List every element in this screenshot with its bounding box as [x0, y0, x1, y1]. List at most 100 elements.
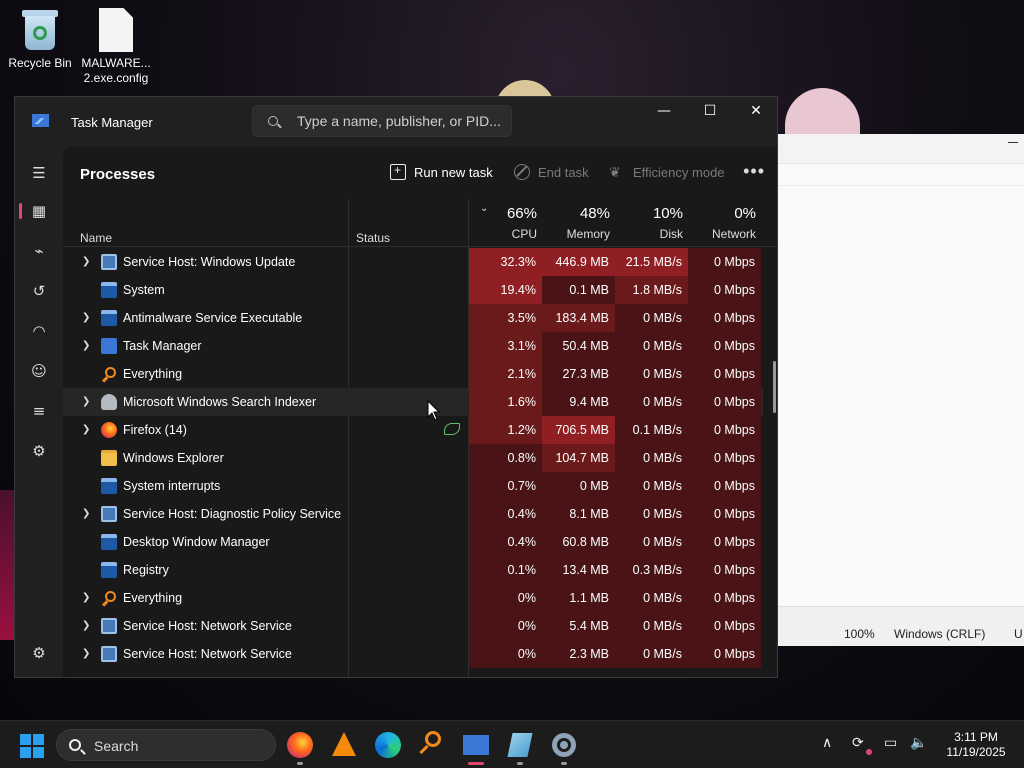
- expand-chevron-icon[interactable]: ❯: [82, 340, 90, 351]
- close-button[interactable]: ✕: [733, 97, 777, 127]
- process-row[interactable]: Windows Explorer 0.8% 104.7 MB 0 MB/s 0 Mbps: [63, 444, 763, 472]
- nav-menu-button[interactable]: ☰: [21, 157, 57, 189]
- navigation-sidebar: ☰ ▦ ⌁ ↺ ◠ ☺ ≡ ⚙ ⚙: [15, 147, 63, 677]
- leaf-icon: ❦: [609, 164, 621, 180]
- column-header-network[interactable]: 0% Network: [686, 205, 756, 241]
- search-box[interactable]: [252, 105, 512, 137]
- nav-users[interactable]: ☺: [21, 355, 57, 387]
- service-icon: [101, 618, 117, 634]
- process-name: Firefox (14): [123, 423, 187, 437]
- taskbar-clock[interactable]: 3:11 PM 11/19/2025: [940, 730, 1012, 760]
- show-hidden-icons-chevron-icon[interactable]: ∧: [822, 735, 832, 751]
- process-row[interactable]: ❯ Firefox (14) 1.2% 706.5 MB 0.1 MB/s 0 Mbps: [63, 416, 763, 444]
- column-header-disk[interactable]: 10% Disk: [613, 205, 683, 241]
- nav-performance[interactable]: ⌁: [21, 235, 57, 267]
- search-input[interactable]: [297, 113, 507, 129]
- process-row[interactable]: ❯ Service Host: Diagnostic Policy Service…: [63, 500, 763, 528]
- process-row[interactable]: ❯ Microsoft Windows Search Indexer 1.6% 9.4…: [63, 388, 763, 416]
- nav-processes[interactable]: ▦: [19, 195, 57, 227]
- network-cell: 0 Mbps: [688, 556, 761, 584]
- expand-chevron-icon[interactable]: ❯: [82, 508, 90, 519]
- process-row[interactable]: Desktop Window Manager 0.4% 60.8 MB 0 MB/s 0…: [63, 528, 763, 556]
- notepad-window[interactable]: 100% Windows (CRLF) U: [778, 134, 1024, 646]
- expand-chevron-icon[interactable]: ❯: [82, 620, 90, 631]
- processes-icon: ▦: [31, 202, 47, 220]
- desktop-icon-recycle-bin[interactable]: Recycle Bin: [0, 8, 80, 71]
- sync-icon[interactable]: ⟳: [852, 735, 864, 751]
- taskbar-app-vlc[interactable]: [328, 729, 360, 761]
- expand-chevron-icon[interactable]: ❯: [82, 592, 90, 603]
- notepad-titlebar[interactable]: [778, 134, 1024, 164]
- column-header-cpu[interactable]: 66% CPU: [467, 205, 537, 241]
- cpu-cell: 0.7%: [469, 472, 542, 500]
- nav-app-history[interactable]: ↺: [21, 275, 57, 307]
- file-icon: [99, 8, 133, 52]
- efficiency-mode-button[interactable]: ❦ Efficiency mode: [609, 164, 725, 180]
- process-row[interactable]: ❯ Everything 0% 1.1 MB 0 MB/s 0 Mbps: [63, 584, 763, 612]
- line-ending[interactable]: Windows (CRLF): [894, 627, 985, 641]
- page-title: Processes: [80, 166, 156, 183]
- desktop-icon-label: Recycle Bin: [8, 56, 72, 70]
- notepad-icon: [507, 733, 533, 757]
- taskbar-app-settings[interactable]: [548, 729, 580, 765]
- taskbar-search-label: Search: [94, 738, 139, 754]
- taskbar-search[interactable]: Search: [56, 729, 276, 761]
- run-new-task-button[interactable]: Run new task: [390, 163, 493, 180]
- expand-chevron-icon[interactable]: ❯: [82, 424, 90, 435]
- taskbar-app-edge[interactable]: [372, 729, 404, 761]
- process-row[interactable]: System interrupts 0.7% 0 MB 0 MB/s 0 Mbps: [63, 472, 763, 500]
- zoom-level[interactable]: 100%: [844, 627, 875, 641]
- column-header-status[interactable]: Status: [356, 231, 390, 245]
- maximize-button[interactable]: ☐: [687, 97, 733, 127]
- taskbar: Search ∧ ⟳ ▭ 🔈 3:11 PM 11/19/2025: [0, 720, 1024, 768]
- minimize-icon[interactable]: [1008, 142, 1018, 143]
- process-row[interactable]: Registry 0.1% 13.4 MB 0.3 MB/s 0 Mbps: [63, 556, 763, 584]
- speaker-icon[interactable]: 🔈: [910, 735, 927, 751]
- network-cell: 0 Mbps: [688, 640, 761, 668]
- display-icon[interactable]: ▭: [884, 735, 897, 751]
- desktop-icon-malware-config[interactable]: MALWARE... 2.exe.config: [76, 8, 156, 86]
- process-row[interactable]: ❯ Task Manager 3.1% 50.4 MB 0 MB/s 0 Mbps: [63, 332, 763, 360]
- disk-cell: 0 MB/s: [615, 332, 688, 360]
- task-manager-window[interactable]: Task Manager — ☐ ✕ ☰ ▦ ⌁ ↺ ◠ ☺ ≡ ⚙ ⚙ Pro…: [14, 96, 778, 678]
- scrollbar-thumb[interactable]: [773, 361, 776, 413]
- expand-chevron-icon[interactable]: ❯: [82, 648, 90, 659]
- expand-chevron-icon[interactable]: ❯: [82, 312, 90, 323]
- start-button[interactable]: [20, 734, 44, 758]
- titlebar[interactable]: Task Manager — ☐ ✕: [15, 97, 777, 147]
- process-name: Microsoft Windows Search Indexer: [123, 395, 317, 409]
- process-row[interactable]: ❯ Service Host: Network Service 0% 2.3 MB 0 …: [63, 640, 763, 668]
- disk-cell: 0 MB/s: [615, 640, 688, 668]
- nav-settings[interactable]: ⚙: [21, 637, 57, 669]
- end-task-label: End task: [538, 164, 589, 180]
- process-row[interactable]: System 19.4% 0.1 MB 1.8 MB/s 0 Mbps: [63, 276, 763, 304]
- minimize-button[interactable]: —: [641, 97, 687, 127]
- performance-icon: ⌁: [34, 242, 44, 260]
- process-row[interactable]: ❯ Service Host: Network Service 0% 5.4 MB 0 …: [63, 612, 763, 640]
- cpu-cell: 0.1%: [469, 556, 542, 584]
- process-name: Windows Explorer: [123, 451, 224, 465]
- column-header-name[interactable]: Name: [80, 231, 112, 245]
- expand-chevron-icon[interactable]: ❯: [82, 396, 90, 407]
- cpu-cell: 0.8%: [469, 444, 542, 472]
- taskbar-app-notepad[interactable]: [504, 729, 536, 765]
- encoding[interactable]: U: [1014, 627, 1023, 641]
- memory-cell: 0.1 MB: [542, 276, 615, 304]
- nav-services[interactable]: ⚙: [21, 435, 57, 467]
- taskbar-app-everything[interactable]: [416, 729, 448, 761]
- process-row[interactable]: ❯ Antimalware Service Executable 3.5% 183.4…: [63, 304, 763, 332]
- nav-startup-apps[interactable]: ◠: [21, 315, 57, 347]
- process-row[interactable]: ❯ Service Host: Windows Update 32.3% 446.9 …: [63, 248, 763, 276]
- command-bar: Processes Run new task End task ❦ Effici…: [63, 147, 777, 197]
- nav-details[interactable]: ≡: [21, 395, 57, 427]
- expand-chevron-icon[interactable]: ❯: [82, 256, 90, 267]
- network-cell: 0 Mbps: [688, 248, 761, 276]
- column-header-memory[interactable]: 48% Memory: [540, 205, 610, 241]
- process-row[interactable]: Everything 2.1% 27.3 MB 0 MB/s 0 Mbps: [63, 360, 763, 388]
- end-task-button[interactable]: End task: [514, 164, 589, 180]
- process-name: Everything: [123, 591, 183, 605]
- more-options-button[interactable]: •••: [743, 161, 765, 182]
- taskbar-app-task-manager[interactable]: [460, 729, 492, 765]
- process-name: System: [123, 283, 165, 297]
- taskbar-app-firefox[interactable]: [284, 729, 316, 765]
